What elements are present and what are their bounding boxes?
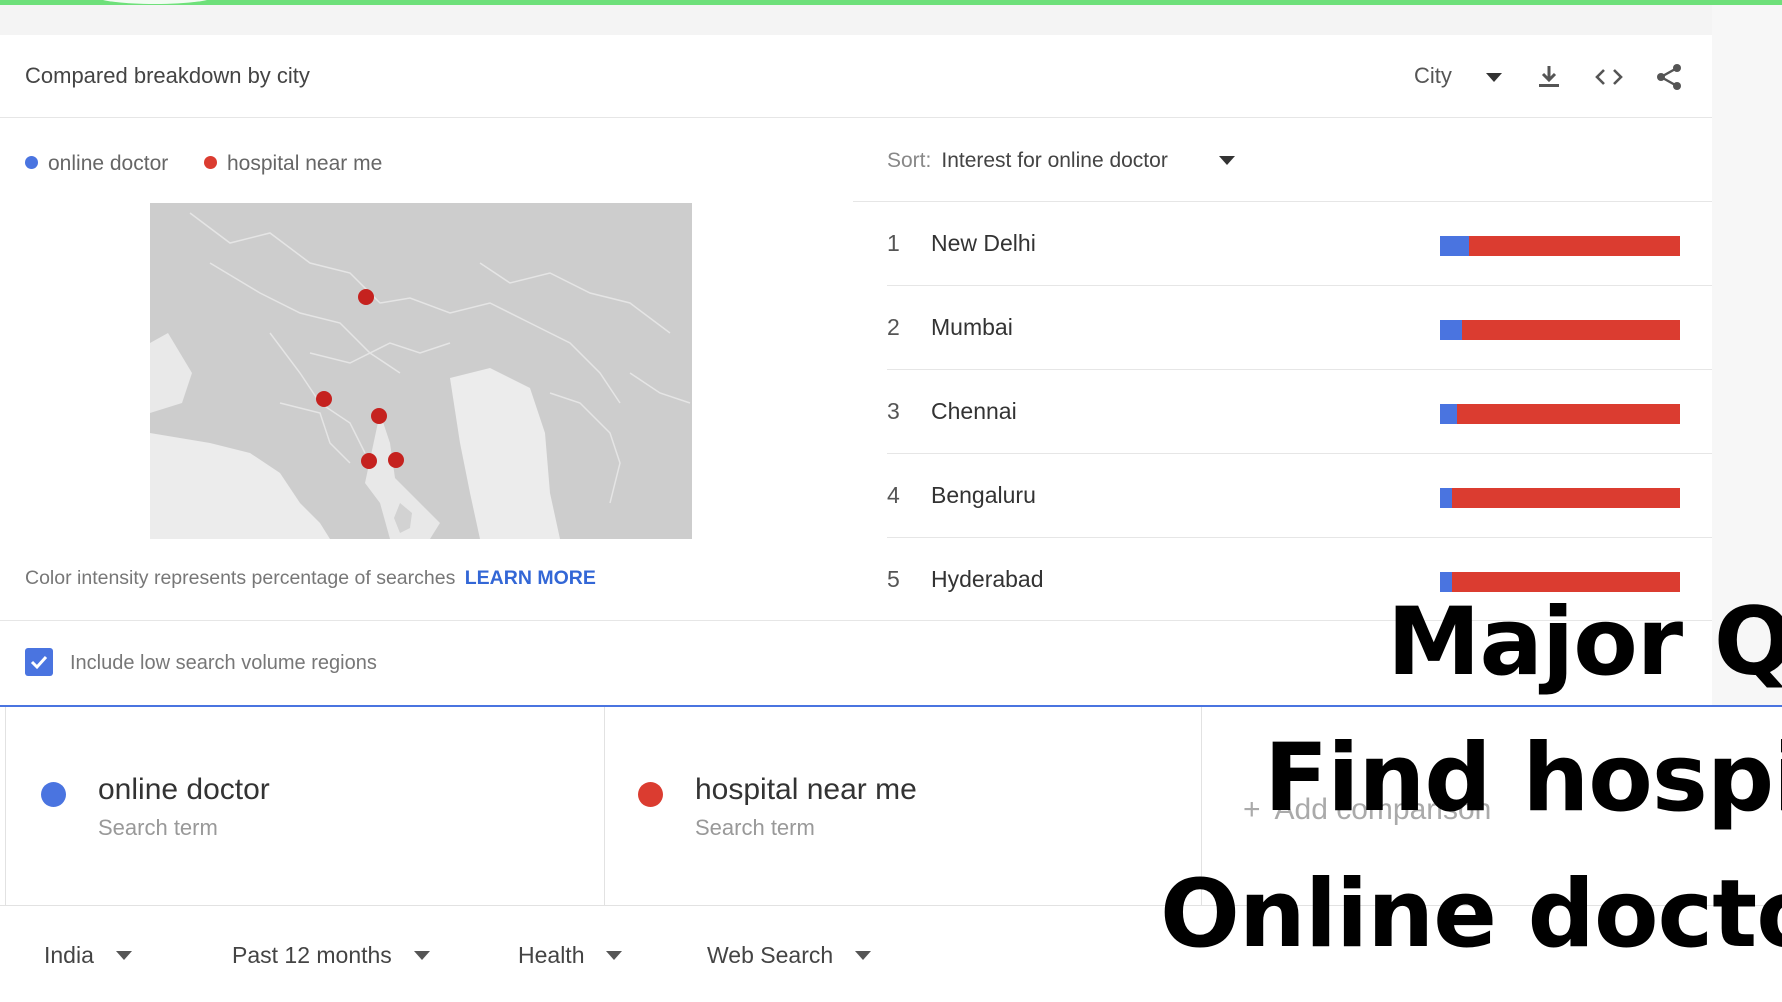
overlay-line-3: Online docto: [1160, 860, 1782, 969]
search-term-name[interactable]: online doctor: [98, 773, 270, 807]
filter-category-label: Health: [518, 942, 585, 968]
city-name: Mumbai: [931, 314, 1013, 340]
sort-value[interactable]: Interest for online doctor: [941, 149, 1167, 172]
rank: 3: [887, 398, 900, 424]
comparison-bar: [1440, 236, 1680, 256]
blue-dot-icon: [41, 782, 66, 807]
city-marker-mumbai[interactable]: [316, 391, 332, 407]
city-marker-bengaluru[interactable]: [361, 453, 377, 469]
city-name: Hyderabad: [931, 566, 1044, 592]
filter-region-label: India: [44, 942, 94, 968]
filter-time-range-label: Past 12 months: [232, 942, 392, 968]
filter-search-type-label: Web Search: [707, 942, 834, 968]
filter-region[interactable]: India: [44, 942, 132, 969]
city-marker-chennai[interactable]: [388, 452, 404, 468]
map-note-text: Color intensity represents percentage of…: [25, 567, 456, 589]
online-doctor-share: [1440, 404, 1457, 424]
comparison-bar: [1440, 320, 1680, 340]
filter-search-type[interactable]: Web Search: [707, 942, 872, 969]
search-term-card-hospital-near-me[interactable]: hospital near me Search term: [603, 707, 1202, 907]
map-note: Color intensity represents percentage of…: [25, 567, 596, 590]
overlay-line-2: Find hospit: [1264, 724, 1782, 833]
embed-code-icon[interactable]: [1593, 61, 1625, 93]
region-map[interactable]: [150, 203, 692, 539]
include-low-volume-checkbox[interactable]: [25, 648, 53, 676]
search-term-type: Search term: [98, 815, 218, 840]
search-term-name[interactable]: hospital near me: [695, 773, 917, 807]
filter-time-range[interactable]: Past 12 months: [232, 942, 430, 969]
filter-category[interactable]: Health: [518, 942, 623, 969]
red-dot-icon: [204, 156, 217, 169]
chevron-down-icon: [606, 951, 623, 960]
chevron-down-icon[interactable]: [1486, 73, 1502, 82]
share-icon[interactable]: [1653, 61, 1685, 93]
rank: 4: [887, 482, 900, 508]
legend-item-online-doctor: online doctor: [25, 152, 168, 176]
download-icon[interactable]: [1533, 61, 1565, 93]
chevron-down-icon[interactable]: [1219, 156, 1235, 165]
learn-more-link[interactable]: LEARN MORE: [465, 567, 596, 589]
city-name: Chennai: [931, 398, 1017, 424]
chevron-down-icon: [115, 951, 132, 960]
list-item[interactable]: 4 Bengaluru: [887, 454, 1712, 538]
chevron-down-icon: [413, 951, 430, 960]
city-name: New Delhi: [931, 230, 1036, 256]
online-doctor-share: [1440, 488, 1452, 508]
search-term-type: Search term: [695, 815, 815, 840]
include-low-volume-label[interactable]: Include low search volume regions: [70, 652, 377, 675]
checkmark-icon: [30, 655, 48, 670]
legend-label: online doctor: [48, 152, 169, 175]
rank: 1: [887, 230, 900, 256]
sort-control[interactable]: Sort: Interest for online doctor: [887, 149, 1168, 173]
card-header: Compared breakdown by city City: [0, 35, 1712, 118]
city-marker-new-delhi[interactable]: [358, 289, 374, 305]
top-accent-highlight: [95, 0, 215, 4]
list-item[interactable]: 3 Chennai: [887, 370, 1712, 454]
resolution-select-label[interactable]: City: [1414, 63, 1452, 89]
legend-label: hospital near me: [227, 152, 383, 175]
chevron-down-icon: [855, 951, 872, 960]
legend-item-hospital-near-me: hospital near me: [204, 152, 382, 176]
city-marker-hyderabad[interactable]: [371, 408, 387, 424]
city-name: Bengaluru: [931, 482, 1036, 508]
card-title: Compared breakdown by city: [25, 63, 310, 88]
comparison-bar: [1440, 404, 1680, 424]
red-dot-icon: [638, 782, 663, 807]
sort-label: Sort:: [887, 149, 932, 172]
online-doctor-share: [1440, 320, 1462, 340]
online-doctor-share: [1440, 236, 1469, 256]
top-accent-bar: [0, 0, 1782, 5]
overlay-line-1: Major Q: [1387, 588, 1782, 697]
blue-dot-icon: [25, 156, 38, 169]
rank: 5: [887, 566, 900, 592]
comparison-bar: [1440, 488, 1680, 508]
list-item[interactable]: 1 New Delhi: [887, 202, 1712, 286]
rank: 2: [887, 314, 900, 340]
search-term-card-online-doctor[interactable]: online doctor Search term: [5, 707, 605, 907]
list-item[interactable]: 2 Mumbai: [887, 286, 1712, 370]
plus-icon: +: [1243, 793, 1261, 826]
